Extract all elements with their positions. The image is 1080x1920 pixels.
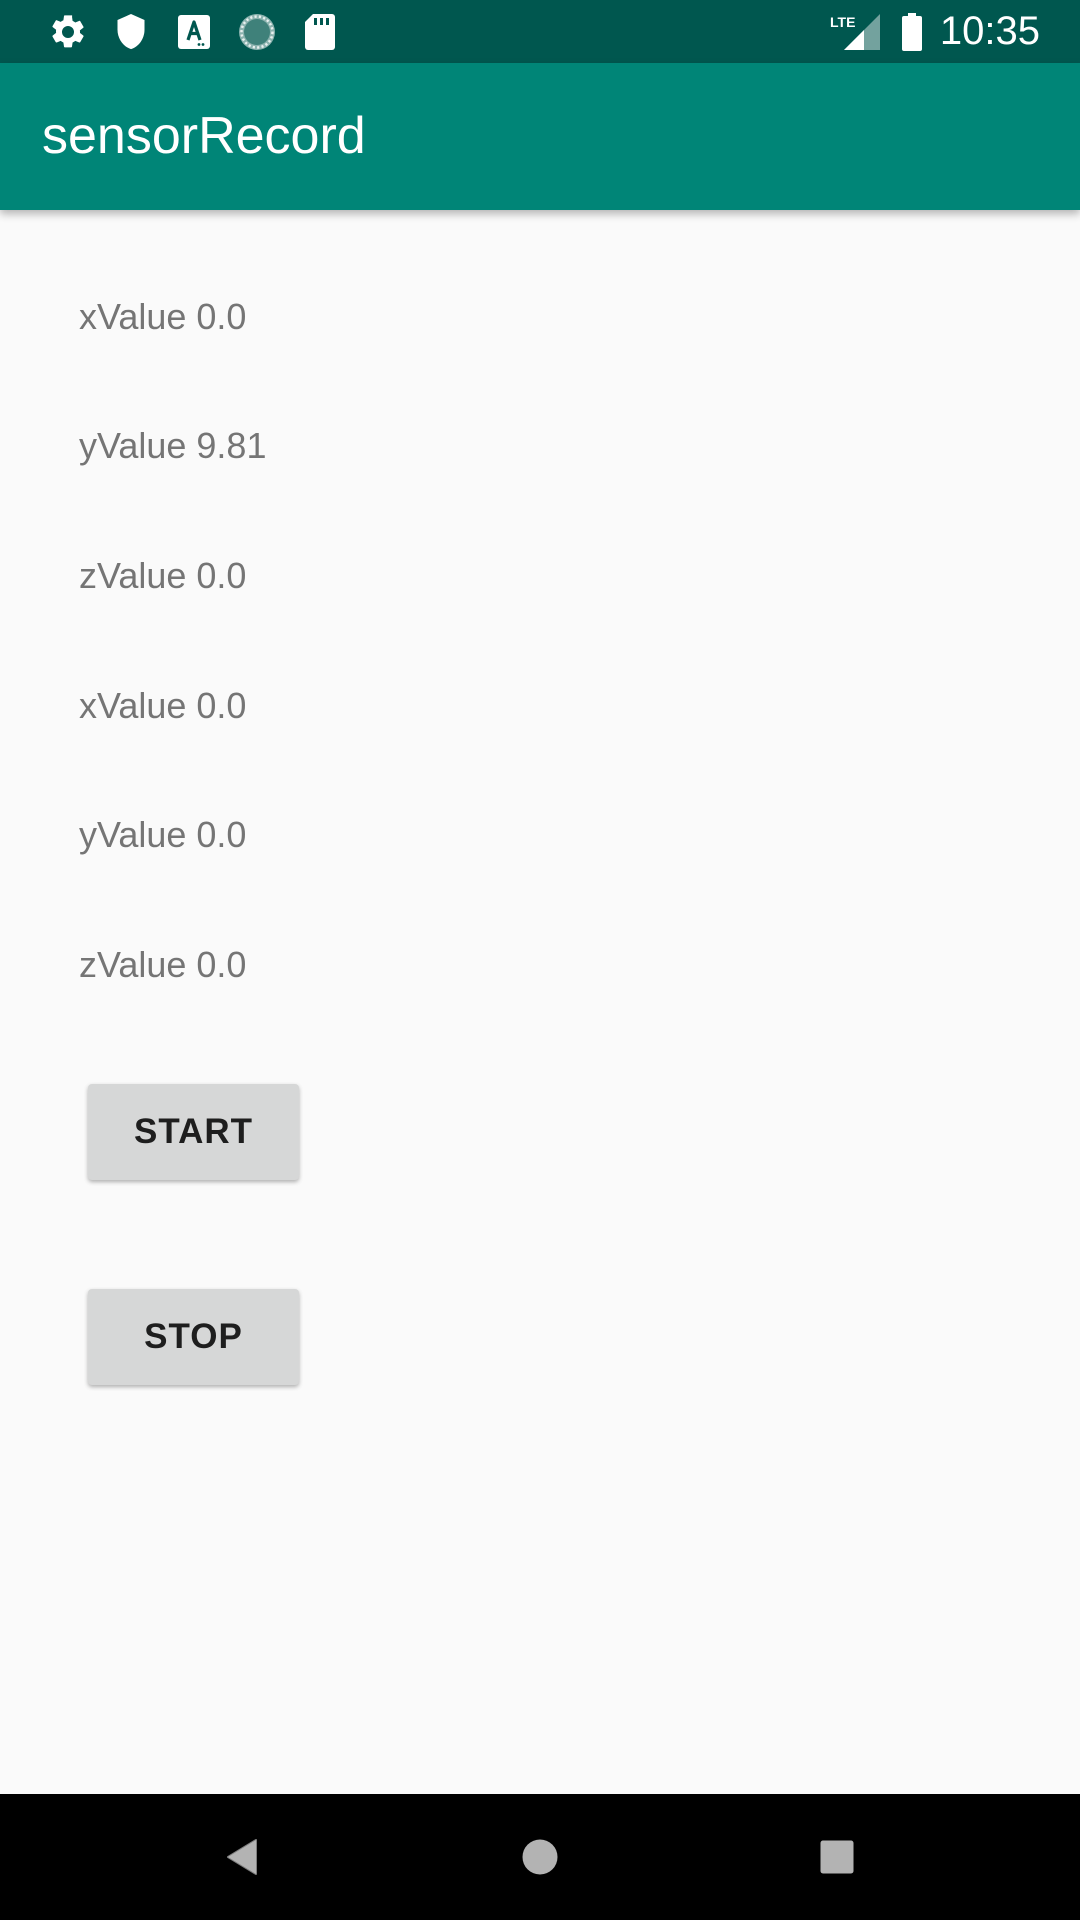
stop-button[interactable]: STOP: [88, 1289, 299, 1385]
svg-text:LTE: LTE: [830, 14, 855, 30]
accelerometer-y-value: yValue 9.81: [79, 425, 267, 466]
lte-signal-icon: LTE: [828, 10, 882, 54]
sync-icon: [235, 10, 279, 54]
app-title: sensorRecord: [42, 107, 366, 165]
accelerometer-x-value: xValue 0.0: [79, 296, 247, 337]
gyroscope-y-value: yValue 0.0: [79, 814, 247, 855]
start-button[interactable]: START: [88, 1084, 299, 1180]
sd-card-icon: [298, 10, 342, 54]
gyroscope-z-value: zValue 0.0: [79, 944, 247, 985]
back-icon[interactable]: [202, 1817, 282, 1897]
shield-icon: [109, 10, 153, 54]
sensor-readings-panel: xValue 0.0 yValue 9.81 zValue 0.0 xValue…: [0, 210, 1080, 1794]
status-bar: LTE 10:35: [0, 0, 1080, 63]
gyroscope-x-value: xValue 0.0: [79, 685, 247, 726]
text-a-icon: [172, 10, 216, 54]
app-bar: sensorRecord: [0, 63, 1080, 210]
accelerometer-z-value: zValue 0.0: [79, 555, 247, 596]
battery-icon: [890, 10, 934, 54]
home-icon[interactable]: [500, 1817, 580, 1897]
navigation-bar: [0, 1794, 1080, 1920]
recents-icon[interactable]: [797, 1817, 877, 1897]
status-time: 10:35: [939, 9, 1040, 53]
settings-icon: [46, 10, 90, 54]
